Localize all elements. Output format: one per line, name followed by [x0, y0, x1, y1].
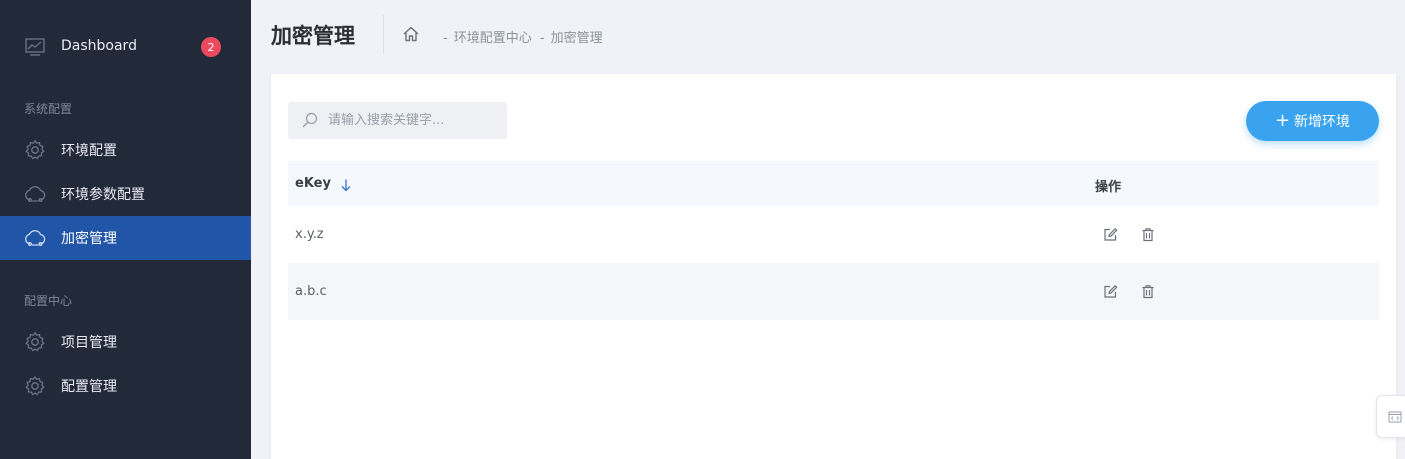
search-box[interactable]	[288, 102, 507, 139]
add-button-label: 新增环境	[1294, 114, 1351, 130]
sidebar-item-label: Dashboard	[61, 38, 137, 54]
sidebar-item-label: 环境参数配置	[61, 187, 145, 203]
cloud-icon	[25, 186, 46, 203]
gear-icon	[25, 139, 45, 160]
gear-icon	[25, 375, 45, 396]
code-window-icon	[1388, 411, 1402, 423]
edit-icon[interactable]	[1103, 284, 1118, 299]
sidebar-item-env-params[interactable]: 环境参数配置	[0, 172, 251, 216]
floating-tool-tab[interactable]	[1376, 395, 1405, 438]
sidebar-item-config-mgmt[interactable]: 配置管理	[0, 364, 251, 408]
page-header: 加密管理 - 环境配置中心 - 加密管理	[251, 0, 1405, 70]
ekey-cell: x.y.z	[295, 227, 324, 242]
sidebar-item-label: 加密管理	[61, 231, 117, 247]
home-icon[interactable]	[402, 25, 420, 43]
chart-icon	[25, 38, 45, 56]
sort-descending-icon[interactable]	[340, 178, 352, 192]
gear-icon	[25, 331, 45, 352]
sidebar-item-label: 项目管理	[61, 335, 117, 351]
column-header-actions: 操作	[1095, 180, 1122, 195]
sidebar-item-projects[interactable]: 项目管理	[0, 320, 251, 364]
title-divider	[383, 15, 384, 54]
table-row: a.b.c	[288, 263, 1379, 320]
table-row: x.y.z	[288, 206, 1379, 263]
sidebar-item-env-config[interactable]: 环境配置	[0, 128, 251, 172]
page-title: 加密管理	[271, 24, 355, 48]
trash-icon[interactable]	[1141, 227, 1155, 242]
ekey-cell: a.b.c	[295, 284, 327, 299]
plus-icon: +	[1274, 110, 1291, 131]
sidebar: Dashboard 2 系统配置 环境配置 环境参数配置 加密管理 配置中心 项…	[0, 0, 251, 459]
table-header: eKey 操作	[288, 161, 1379, 206]
breadcrumb-item[interactable]: 环境配置中心	[454, 31, 532, 46]
sidebar-item-label: 环境配置	[61, 143, 117, 159]
column-header-ekey[interactable]: eKey	[295, 176, 331, 191]
sidebar-item-label: 配置管理	[61, 379, 117, 395]
breadcrumb-item: 加密管理	[550, 31, 603, 46]
section-title-system: 系统配置	[24, 102, 73, 116]
search-icon	[302, 112, 318, 128]
edit-icon[interactable]	[1103, 227, 1118, 242]
notification-badge: 2	[201, 37, 221, 57]
sidebar-item-dashboard[interactable]: Dashboard 2	[0, 24, 251, 68]
content-card: + 新增环境 eKey 操作 x.y.z	[271, 74, 1396, 459]
cloud-icon	[25, 230, 46, 247]
trash-icon[interactable]	[1141, 284, 1155, 299]
search-input[interactable]	[328, 102, 498, 139]
section-title-config: 配置中心	[24, 294, 73, 308]
add-environment-button[interactable]: + 新增环境	[1246, 101, 1379, 141]
sidebar-item-encryption[interactable]: 加密管理	[0, 216, 251, 260]
breadcrumb-separator: -	[443, 31, 448, 46]
breadcrumb: - 环境配置中心 - 加密管理	[443, 27, 607, 46]
breadcrumb-separator: -	[539, 31, 545, 46]
data-table: eKey 操作 x.y.z a.b.c	[288, 161, 1379, 320]
